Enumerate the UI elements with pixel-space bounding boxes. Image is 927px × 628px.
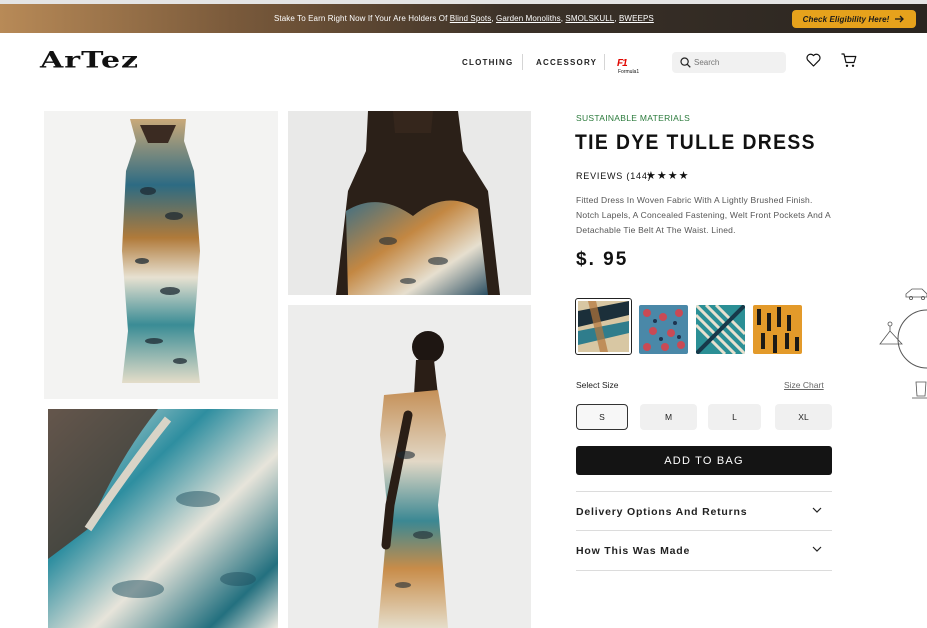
accordion-how-made-label: How This Was Made <box>576 545 691 557</box>
banner-prefix: Stake To Earn Right Now If Your Are Hold… <box>274 14 450 23</box>
side-widget-decoration <box>879 288 927 399</box>
product-price: $. 95 <box>576 249 629 270</box>
accordion-how-made[interactable]: How This Was Made <box>576 530 832 570</box>
size-button-l[interactable]: L <box>708 404 761 430</box>
cart-icon[interactable] <box>841 53 857 68</box>
accordion-delivery-label: Delivery Options And Returns <box>576 506 748 518</box>
car-icon <box>905 288 927 300</box>
model-upper-image <box>336 111 500 295</box>
size-button-s[interactable]: S <box>576 404 628 430</box>
nav-accessory[interactable]: ACCESSORY <box>536 58 597 67</box>
brand-logo[interactable]: ArTez <box>40 47 139 73</box>
check-eligibility-label: Check Eligibility Here! <box>802 14 890 24</box>
product-photo-front[interactable] <box>44 111 278 399</box>
swatch-pattern-3 <box>696 305 745 354</box>
banner-link-bweeps[interactable]: BWEEPS <box>619 14 654 23</box>
product-photo-fabric[interactable] <box>48 409 278 628</box>
formula1-logo[interactable]: F1 Formula1 <box>617 53 647 75</box>
color-swatch-2[interactable] <box>639 305 688 354</box>
size-button-xl[interactable]: XL <box>775 404 832 430</box>
model-side-image <box>378 331 448 628</box>
product-photo-detail-top[interactable] <box>288 111 531 295</box>
cup-icon <box>912 381 927 399</box>
search-input[interactable] <box>694 55 782 70</box>
add-to-bag-button[interactable]: ADD TO BAG <box>576 446 832 475</box>
product-photo-side[interactable] <box>288 305 531 628</box>
color-swatch-1[interactable] <box>575 298 632 355</box>
product-description: Fitted Dress In Woven Fabric With A Ligh… <box>576 195 831 235</box>
accordion-divider <box>576 570 832 571</box>
formula1-label: Formula1 <box>618 69 640 75</box>
promo-banner: Stake To Earn Right Now If Your Are Hold… <box>0 4 927 33</box>
dress-front-image <box>122 119 200 383</box>
reviews-link[interactable]: REVIEWS (144) <box>576 171 651 181</box>
nav-divider <box>604 54 605 70</box>
size-button-m[interactable]: M <box>640 404 697 430</box>
rating-stars: ★★★★ <box>646 170 690 182</box>
heart-icon[interactable] <box>806 53 821 67</box>
arrow-right-icon <box>895 15 905 23</box>
banner-link-garden-monoliths[interactable]: Garden Monoliths <box>496 14 561 23</box>
chevron-down-icon <box>812 507 822 513</box>
size-chart-link[interactable]: Size Chart <box>784 380 824 390</box>
swatch-pattern-4 <box>753 305 802 354</box>
banner-link-blind-spots[interactable]: Blind Spots <box>450 14 492 23</box>
swatch-pattern-2 <box>639 305 688 354</box>
fabric-closeup-image <box>48 409 278 628</box>
banner-text: Stake To Earn Right Now If Your Are Hold… <box>274 14 654 23</box>
product-title: TIE DYE TULLE DRESS <box>575 131 816 154</box>
select-size-label: Select Size <box>576 380 619 390</box>
accordion-delivery[interactable]: Delivery Options And Returns <box>576 491 832 531</box>
nav-divider <box>522 54 523 70</box>
banner-link-smolskull[interactable]: SMOLSKULL <box>565 14 614 23</box>
nav-clothing[interactable]: CLOTHING <box>462 58 513 67</box>
site-header: ArTez CLOTHING ACCESSORY F1 Formula1 <box>0 33 927 93</box>
search-icon <box>680 57 691 68</box>
circle-outline <box>897 309 927 369</box>
color-swatch-3[interactable] <box>696 305 745 354</box>
f1-icon: F1 <box>617 58 628 69</box>
chevron-down-icon <box>812 546 822 552</box>
color-swatch-4[interactable] <box>753 305 802 354</box>
category-label: SUSTAINABLE MATERIALS <box>576 113 691 123</box>
search-box[interactable] <box>672 52 786 73</box>
swatch-pattern-1 <box>578 301 629 352</box>
check-eligibility-button[interactable]: Check Eligibility Here! <box>792 10 916 28</box>
